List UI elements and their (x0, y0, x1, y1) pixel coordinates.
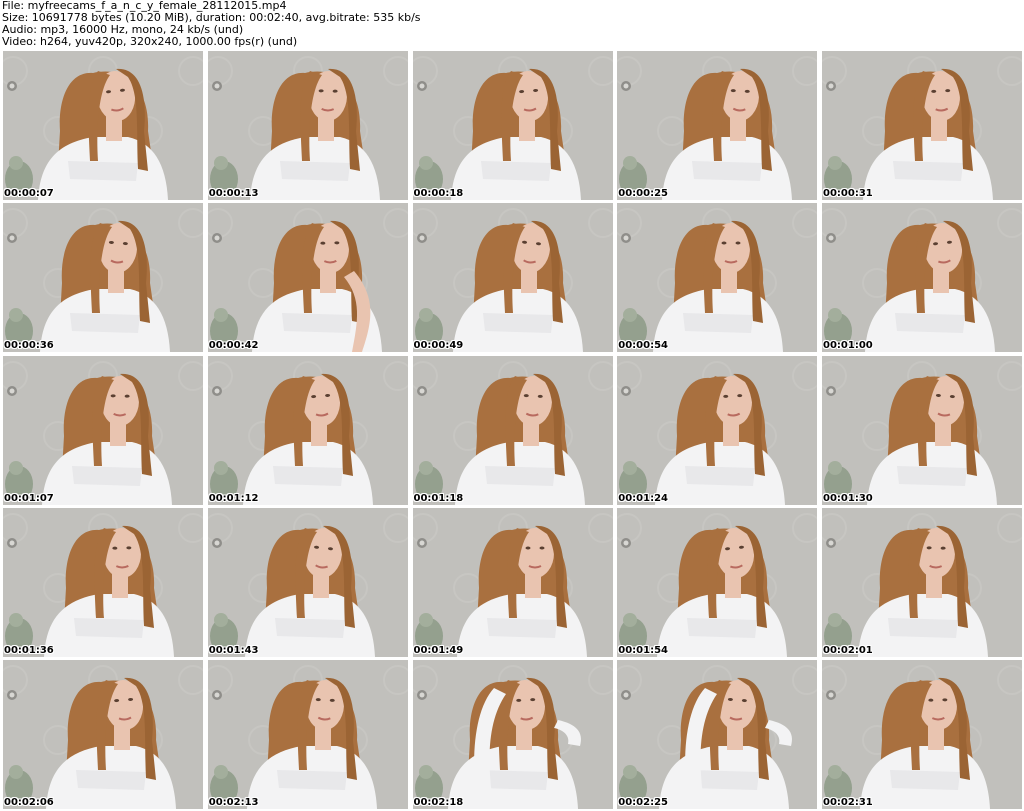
video-thumbnail: 00:00:42 (207, 203, 408, 353)
thumbnail-timestamp: 00:00:31 (823, 188, 873, 199)
thumbnail-timestamp: 00:02:25 (618, 797, 668, 808)
video-thumbnail: 00:01:00 (822, 203, 1022, 353)
video-thumbnail: 00:02:13 (207, 660, 408, 809)
video-thumbnail: 00:00:25 (617, 51, 818, 200)
video-thumbnail: 00:01:54 (617, 507, 818, 657)
thumbnail-frame-image (412, 355, 613, 505)
thumbnail-timestamp: 00:00:49 (413, 340, 464, 352)
thumbnail-frame-image (207, 660, 408, 809)
thumbnail-frame-image (3, 507, 203, 657)
thumbnail-frame-image (412, 660, 613, 809)
video-thumbnail: 00:01:36 (3, 507, 203, 657)
thumbnail-timestamp: 00:01:07 (4, 492, 54, 504)
thumbnail-frame-image (617, 51, 818, 200)
thumbnail-frame-image (617, 660, 818, 809)
video-thumbnail: 00:02:25 (617, 660, 818, 809)
thumbnail-frame-image (822, 355, 1022, 505)
thumbnail-frame-image (207, 355, 408, 505)
thumbnail-timestamp: 00:02:06 (4, 797, 54, 808)
thumbnail-timestamp: 00:01:00 (823, 340, 873, 352)
thumbnail-frame-image (822, 507, 1022, 657)
video-thumbnail: 00:00:18 (412, 51, 613, 200)
thumbnail-timestamp: 00:01:24 (618, 492, 668, 504)
video-thumbnail: 00:02:31 (822, 660, 1022, 809)
thumbnail-timestamp: 00:00:25 (618, 188, 668, 199)
video-thumbnail: 00:00:36 (3, 203, 203, 353)
thumbnail-frame-image (412, 507, 613, 657)
thumbnail-frame-image (207, 203, 408, 353)
thumbnail-grid: 00:00:07 00:00:13 00:00:18 00:00:25 00:00:31… (3, 51, 1022, 809)
video-thumbnail: 00:01:12 (207, 355, 408, 505)
thumbnail-timestamp: 00:02:01 (823, 644, 873, 656)
video-thumbnail: 00:00:07 (3, 51, 203, 200)
thumbnail-frame-image (3, 51, 203, 200)
video-thumbnail: 00:01:49 (412, 507, 613, 657)
video-thumbnail: 00:01:24 (617, 355, 818, 505)
thumbnail-timestamp: 00:00:36 (4, 340, 54, 352)
thumbnail-frame-image (617, 355, 818, 505)
thumbnail-timestamp: 00:01:43 (208, 644, 259, 656)
video-thumbnail: 00:02:06 (3, 660, 203, 809)
thumbnail-timestamp: 00:00:18 (413, 188, 464, 199)
thumbnail-frame-image (822, 203, 1022, 353)
thumbnail-frame-image (3, 355, 203, 505)
video-thumbnail: 00:01:18 (412, 355, 613, 505)
thumbnail-frame-image (3, 660, 203, 809)
thumbnail-frame-image (412, 51, 613, 200)
video-thumbnail: 00:00:49 (412, 203, 613, 353)
thumbnail-timestamp: 00:01:18 (413, 492, 464, 504)
thumbnail-timestamp: 00:00:42 (208, 340, 259, 352)
thumbnail-timestamp: 00:00:54 (618, 340, 668, 352)
thumbnail-timestamp: 00:01:36 (4, 644, 54, 656)
video-thumbnail: 00:01:30 (822, 355, 1022, 505)
thumbnail-timestamp: 00:02:13 (208, 797, 259, 808)
thumbnail-timestamp: 00:01:49 (413, 644, 464, 656)
video-thumbnail: 00:02:01 (822, 507, 1022, 657)
thumbnail-frame-image (617, 203, 818, 353)
video-info-line: Video: h264, yuv420p, 320x240, 1000.00 f… (2, 35, 298, 48)
thumbnail-frame-image (207, 507, 408, 657)
thumbnail-timestamp: 00:01:30 (823, 492, 873, 504)
file-info-header: File: myfreecams_f_a_n_c_y_female_281120… (2, 0, 1022, 50)
video-thumbnail: 00:01:07 (3, 355, 203, 505)
thumbnail-frame-image (412, 203, 613, 353)
thumbnail-timestamp: 00:01:54 (618, 644, 668, 656)
video-thumbnail: 00:00:54 (617, 203, 818, 353)
thumbnail-frame-image (207, 51, 408, 200)
thumbnail-frame-image (617, 507, 818, 657)
thumbnail-frame-image (822, 51, 1022, 200)
thumbnail-frame-image (822, 660, 1022, 809)
thumbnail-timestamp: 00:00:07 (4, 188, 54, 199)
video-thumbnail: 00:00:13 (207, 51, 408, 200)
thumbnail-frame-image (3, 203, 203, 353)
thumbnail-timestamp: 00:00:13 (208, 188, 259, 199)
thumbnail-timestamp: 00:02:18 (413, 797, 464, 808)
video-thumbnail: 00:00:31 (822, 51, 1022, 200)
thumbnail-timestamp: 00:02:31 (823, 797, 873, 808)
video-thumbnail: 00:01:43 (207, 507, 408, 657)
thumbnail-timestamp: 00:01:12 (208, 492, 259, 504)
video-thumbnail: 00:02:18 (412, 660, 613, 809)
